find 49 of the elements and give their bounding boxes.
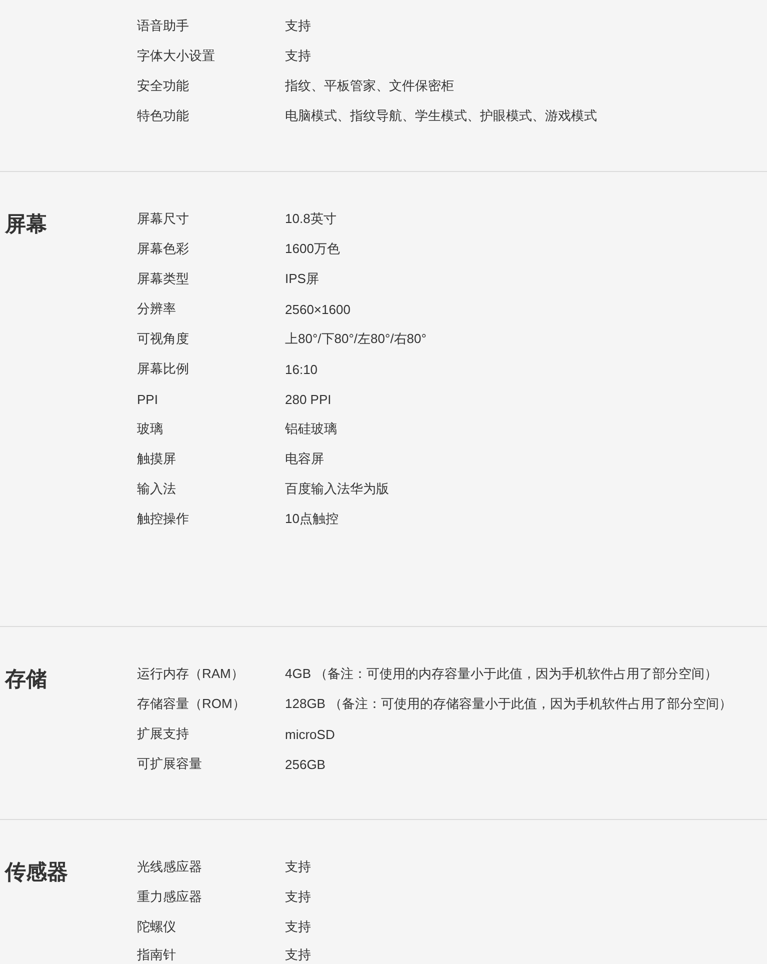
spec-label: 存储容量（ROM）: [137, 695, 246, 713]
spec-label: 屏幕尺寸: [137, 210, 190, 228]
spec-value: 电容屏: [285, 450, 324, 468]
spec-value: 256GB: [285, 756, 326, 772]
spec-value: 支持: [285, 17, 311, 35]
spec-label: 字体大小设置: [137, 47, 216, 65]
spec-label: 光线感应器: [137, 858, 203, 876]
spec-value: 百度输入法华为版: [285, 480, 389, 498]
spec-value: 10.8英寸: [285, 210, 336, 228]
spec-value: 支持: [285, 946, 311, 964]
spec-label: 陀螺仪: [137, 918, 177, 936]
spec-value: 支持: [285, 888, 311, 906]
spec-label: 运行内存（RAM）: [137, 665, 245, 683]
spec-value: 10点触控: [285, 510, 338, 528]
spec-value: 1600万色: [285, 240, 340, 258]
spec-label: 分辨率: [137, 300, 177, 318]
spec-value: 指纹、平板管家、文件保密柜: [285, 77, 454, 95]
spec-value: 支持: [285, 858, 311, 876]
spec-label: 指南针: [137, 946, 177, 964]
spec-label: 安全功能: [137, 77, 190, 95]
spec-value: 铝硅玻璃: [285, 420, 337, 438]
spec-value: 128GB （备注：可使用的存储容量小于此值，因为手机软件占用了部分空间）: [285, 695, 732, 713]
spec-label: PPI: [137, 392, 159, 406]
spec-label: 输入法: [137, 480, 177, 498]
spec-value: 16:10: [285, 362, 318, 376]
spec-label: 玻璃: [137, 420, 164, 438]
spec-label: 屏幕类型: [137, 270, 190, 288]
spec-label: 扩展支持: [137, 725, 190, 743]
spec-label: 屏幕色彩: [137, 240, 190, 258]
spec-value: 支持: [285, 918, 311, 936]
spec-value: 280 PPI: [285, 392, 332, 406]
spec-value: 支持: [285, 47, 311, 65]
spec-label: 特色功能: [137, 107, 190, 125]
spec-value: 2560×1600: [285, 302, 350, 316]
section-title: 屏幕: [5, 212, 47, 238]
spec-label: 重力感应器: [137, 888, 203, 906]
spec-label: 可扩展容量: [137, 755, 203, 773]
spec-value: IPS屏: [285, 270, 319, 288]
section-title: 存储: [5, 667, 47, 693]
spec-label: 屏幕比例: [137, 360, 190, 378]
spec-value: 电脑模式、指纹导航、学生模式、护眼模式、游戏模式: [285, 107, 597, 125]
spec-label: 触控操作: [137, 510, 190, 528]
spec-value: 上80°/下80°/左80°/右80°: [285, 330, 426, 348]
section-title: 传感器: [5, 860, 68, 886]
spec-value: 4GB （备注：可使用的内存容量小于此值，因为手机软件占用了部分空间）: [285, 665, 718, 683]
spec-label: 语音助手: [137, 17, 190, 35]
spec-label: 可视角度: [137, 330, 190, 348]
spec-value: microSD: [285, 726, 335, 742]
spec-label: 触摸屏: [137, 450, 177, 468]
